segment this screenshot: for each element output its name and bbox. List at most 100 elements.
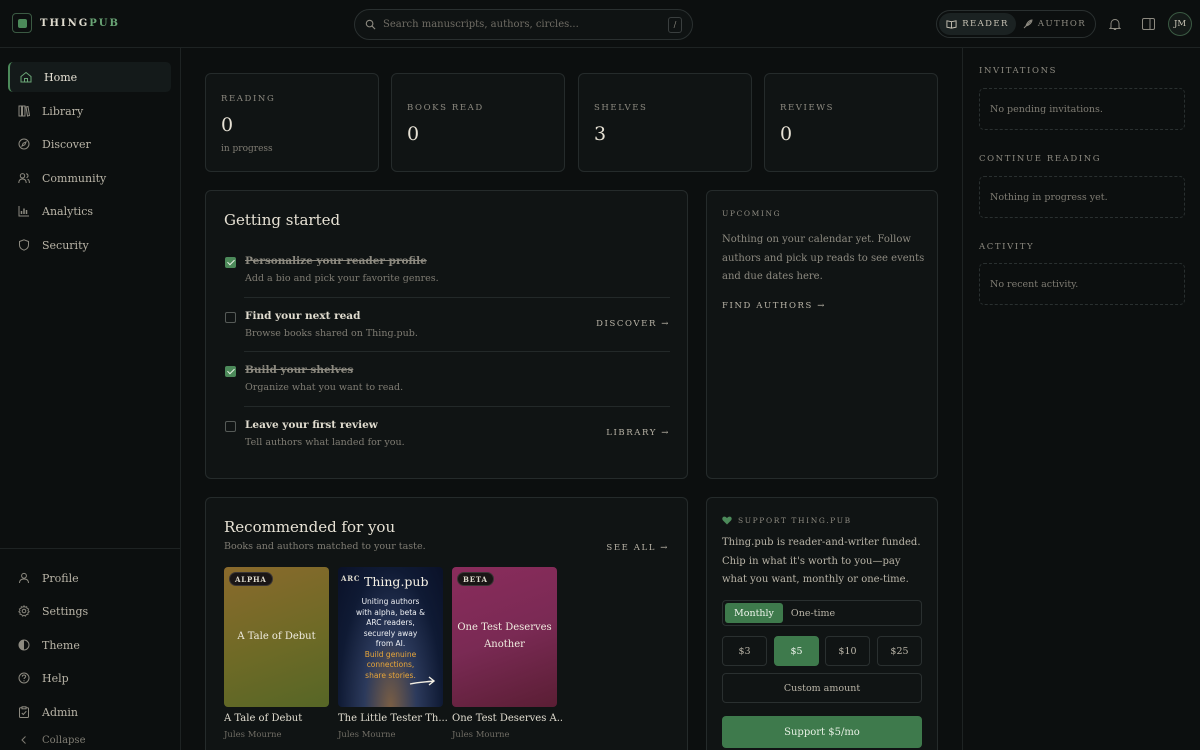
task-description: Organize what you want to read. <box>245 382 404 393</box>
sidebar-item-security[interactable]: Security <box>8 230 171 260</box>
mode-toggle: READER AUTHOR <box>936 10 1096 38</box>
stat-label: SHELVES <box>594 103 648 113</box>
task-title: Leave your first review <box>245 419 378 431</box>
find-authors-link[interactable]: FIND AUTHORS → <box>722 301 826 311</box>
task-divider <box>244 297 670 298</box>
sidebar-item-discover[interactable]: Discover <box>8 129 171 159</box>
amount-button[interactable]: $3 <box>722 636 767 666</box>
see-all-link[interactable]: SEE ALL → <box>606 543 669 553</box>
task-description: Add a bio and pick your favorite genres. <box>245 273 439 284</box>
recommended-title: Recommended for you <box>224 518 396 536</box>
sidebar-item-profile[interactable]: Profile <box>8 563 171 593</box>
task-description: Browse books shared on Thing.pub. <box>245 328 418 339</box>
upcoming-card: UPCOMING Nothing on your calendar yet. F… <box>706 190 938 479</box>
stat-value: 0 <box>221 114 234 136</box>
help-icon <box>18 672 30 684</box>
chart-icon <box>18 206 29 217</box>
stat-sub: in progress <box>221 144 273 154</box>
chevron-left-icon <box>21 736 26 744</box>
stat-value: 0 <box>407 123 420 145</box>
cover-title: One Test Deserves Another <box>457 622 552 650</box>
stat-label: READING <box>221 94 276 104</box>
frequency-onetime-button[interactable]: One-time <box>791 603 844 623</box>
library-icon <box>18 105 30 117</box>
continue-reading-empty: Nothing in progress yet. <box>979 176 1185 218</box>
upcoming-label: UPCOMING <box>722 209 782 218</box>
task-item[interactable]: Leave your first review Tell authors wha… <box>224 416 670 470</box>
sidebar-item-theme[interactable]: Theme <box>8 630 171 660</box>
library-link[interactable]: LIBRARY → <box>606 428 670 438</box>
compass-icon <box>18 138 30 150</box>
cover-brand: Thing.pub <box>364 574 429 589</box>
arrow-right-icon <box>409 676 436 686</box>
sidebar-item-library[interactable]: Library <box>8 96 171 126</box>
task-checkbox[interactable] <box>225 366 236 377</box>
activity-title: ACTIVITY <box>979 242 1035 252</box>
top-bar: THINGPUB / READER AUTHOR JM <box>0 0 1200 48</box>
logo-mark-icon <box>12 13 32 33</box>
stat-card-reading: READING 0 in progress <box>205 73 379 172</box>
sidebar-item-community[interactable]: Community <box>8 163 171 193</box>
task-checkbox[interactable] <box>225 312 236 323</box>
toggle-panel-button[interactable] <box>1140 16 1156 32</box>
avatar[interactable]: JM <box>1168 12 1192 36</box>
search-shortcut-key: / <box>668 16 682 33</box>
getting-started-title: Getting started <box>224 211 341 229</box>
sidebar-item-admin[interactable]: Admin <box>8 697 171 727</box>
sidebar-collapse-button[interactable]: Collapse <box>8 730 171 750</box>
book-author: Jules Mourne <box>452 730 510 740</box>
amount-button[interactable]: $5 <box>774 636 819 666</box>
task-checkbox[interactable] <box>225 257 236 268</box>
panel-icon <box>1141 18 1155 30</box>
sidebar-item-settings[interactable]: Settings <box>8 596 171 626</box>
sidebar-item-analytics[interactable]: Analytics <box>8 196 171 226</box>
stat-card-shelves: SHELVES 3 <box>578 73 752 172</box>
heart-icon <box>722 516 732 525</box>
home-icon <box>20 71 32 83</box>
book-title[interactable]: The Little Tester Th... <box>338 713 448 724</box>
support-label: SUPPORT THING.PUB <box>738 516 852 525</box>
book-author: Jules Mourne <box>338 730 396 740</box>
book-cover[interactable]: BETA One Test Deserves Another <box>452 567 557 707</box>
discover-link[interactable]: DISCOVER → <box>596 319 670 329</box>
book-cover[interactable]: ALPHA A Tale of Debut <box>224 567 329 707</box>
book-open-icon <box>946 20 957 29</box>
book-author: Jules Mourne <box>224 730 282 740</box>
custom-amount-button[interactable]: Custom amount <box>722 673 922 703</box>
sidebar: Home Library Discover Community Analytic… <box>0 48 181 750</box>
task-divider <box>244 351 670 352</box>
book-cover[interactable]: ARC Thing.pub Uniting authors with alpha… <box>338 567 443 707</box>
mode-reader-button[interactable]: READER <box>939 13 1016 35</box>
search-icon <box>365 19 376 30</box>
search-bar[interactable]: / <box>354 9 693 40</box>
book-title[interactable]: One Test Deserves A... <box>452 713 562 724</box>
logo[interactable]: THINGPUB <box>12 13 120 33</box>
task-item[interactable]: Find your next read Browse books shared … <box>224 307 670 361</box>
getting-started-card: Getting started Personalize your reader … <box>205 190 688 479</box>
logo-text: THINGPUB <box>40 17 120 29</box>
frequency-monthly-button[interactable]: Monthly <box>725 603 783 623</box>
stat-card-books-read: BOOKS READ 0 <box>391 73 565 172</box>
mode-author-button[interactable]: AUTHOR <box>1016 13 1093 35</box>
support-submit-button[interactable]: Support $5/mo <box>722 716 922 748</box>
clipboard-icon <box>19 706 29 718</box>
notifications-button[interactable] <box>1107 16 1123 32</box>
amount-button[interactable]: $25 <box>877 636 922 666</box>
sidebar-item-home[interactable]: Home <box>8 62 171 92</box>
task-title: Find your next read <box>245 310 361 322</box>
support-text: Thing.pub is reader-and-writer funded. C… <box>722 537 921 585</box>
sidebar-item-help[interactable]: Help <box>8 663 171 693</box>
book-title[interactable]: A Tale of Debut <box>224 713 334 724</box>
stat-value: 0 <box>780 123 793 145</box>
activity-empty: No recent activity. <box>979 263 1185 305</box>
frequency-toggle: Monthly One-time <box>722 600 922 626</box>
support-card: SUPPORT THING.PUB Thing.pub is reader-an… <box>706 497 938 750</box>
cover-tagline: Uniting authors with alpha, beta & ARC r… <box>356 597 425 680</box>
amount-button[interactable]: $10 <box>825 636 870 666</box>
continue-reading-title: CONTINUE READING <box>979 154 1102 164</box>
search-input[interactable] <box>383 19 661 30</box>
task-checkbox[interactable] <box>225 421 236 432</box>
sidebar-divider <box>0 548 180 549</box>
bell-icon <box>1109 18 1121 30</box>
shield-icon <box>19 239 29 251</box>
